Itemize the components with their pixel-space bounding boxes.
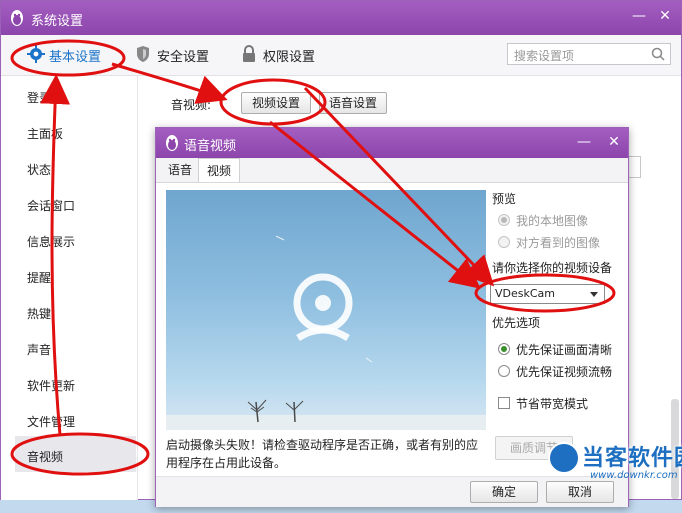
qq-penguin-icon xyxy=(166,135,178,151)
dialog-title-bar[interactable]: 语音视频 — ✕ xyxy=(156,128,628,158)
tab-video[interactable]: 视频 xyxy=(198,158,241,182)
camera-error-message: 启动摄像头失败！请检查驱动程序是否正确，或者有别的应用程序在占用此设备。 xyxy=(166,438,479,470)
radio-image-clarity-label: 优先保证画面清晰 xyxy=(516,343,613,357)
tab-audio[interactable]: 语音 xyxy=(160,158,200,182)
tab-basic-settings[interactable]: 基本设置 xyxy=(27,45,117,65)
settings-field[interactable] xyxy=(627,156,641,178)
sidebar-item-reminder[interactable]: 提醒 xyxy=(27,269,51,286)
sidebar-item-chat-window[interactable]: 会话窗口 xyxy=(27,197,75,214)
watermark-url: www.downkr.com xyxy=(590,470,678,481)
radio-video-smooth-label: 优先保证视频流畅 xyxy=(516,365,613,379)
tab-label: 权限设置 xyxy=(263,50,316,65)
bandwidth-saving-label: 节省带宽模式 xyxy=(516,397,589,411)
preview-heading: 预览 xyxy=(492,192,517,206)
camera-preview xyxy=(166,190,486,430)
audio-video-label: 音视频: xyxy=(171,98,212,112)
settings-sidebar: 登录 主面板 状态 会话窗口 信息展示 提醒 热键 声音 软件更新 文件管理 音… xyxy=(1,76,138,500)
sidebar-item-software-update[interactable]: 软件更新 xyxy=(27,377,75,394)
video-settings-button[interactable]: 视频设置 xyxy=(241,92,311,114)
radio-remote-image-label: 对方看到的图像 xyxy=(516,236,601,250)
tab-permission-settings[interactable]: 权限设置 xyxy=(241,45,331,65)
ok-button[interactable]: 确定 xyxy=(470,481,538,503)
radio-video-smooth[interactable] xyxy=(498,365,510,377)
shield-icon xyxy=(137,46,149,62)
sidebar-item-hotkeys[interactable]: 热键 xyxy=(27,305,51,322)
site-watermark: 当客软件园 www.downkr.com xyxy=(544,434,682,513)
sidebar-item-info-display[interactable]: 信息展示 xyxy=(27,233,75,250)
sidebar-item-main-panel[interactable]: 主面板 xyxy=(27,125,63,142)
tab-label: 安全设置 xyxy=(157,50,210,65)
dialog-title: 语音视频 xyxy=(184,139,237,154)
audio-settings-button[interactable]: 语音设置 xyxy=(319,92,387,114)
tab-label: 基本设置 xyxy=(49,50,102,65)
search-input[interactable]: 搜索设置项 xyxy=(507,43,671,65)
search-placeholder: 搜索设置项 xyxy=(514,49,575,63)
lock-icon xyxy=(243,45,255,62)
window-title: 系统设置 xyxy=(31,14,84,29)
video-device-value: VDeskCam xyxy=(495,287,556,300)
sidebar-item-file-management[interactable]: 文件管理 xyxy=(27,413,75,430)
tab-security-settings[interactable]: 安全设置 xyxy=(135,45,225,65)
camera-placeholder-icon xyxy=(166,235,486,430)
dialog-tabs: 语音 视频 xyxy=(156,158,628,183)
chevron-down-icon xyxy=(590,292,598,297)
title-bar[interactable]: 系统设置 — ✕ xyxy=(1,1,681,35)
sidebar-item-login[interactable]: 登录 xyxy=(27,89,51,106)
radio-local-image-label: 我的本地图像 xyxy=(516,214,589,228)
radio-local-image[interactable] xyxy=(498,214,510,226)
watermark-logo-icon xyxy=(548,442,580,474)
radio-image-clarity[interactable] xyxy=(498,343,510,355)
bandwidth-saving-checkbox[interactable] xyxy=(498,397,510,409)
watermark-name: 当客软件园 xyxy=(582,446,682,471)
settings-toolbar: 基本设置 安全设置 权限设置 搜索设置项 xyxy=(1,35,681,76)
minimize-button[interactable]: — xyxy=(631,9,647,23)
sidebar-item-status[interactable]: 状态 xyxy=(27,161,51,178)
sidebar-item-audio-video[interactable]: 音视频 xyxy=(27,448,63,465)
video-device-select[interactable]: VDeskCam xyxy=(490,284,605,304)
radio-remote-image[interactable] xyxy=(498,236,510,248)
priority-heading: 优先选项 xyxy=(492,316,541,330)
search-icon xyxy=(651,47,665,61)
sidebar-item-sound[interactable]: 声音 xyxy=(27,341,51,358)
dialog-minimize-button[interactable]: — xyxy=(576,135,592,149)
device-label: 请你选择你的视频设备 xyxy=(492,261,613,275)
dialog-close-button[interactable]: ✕ xyxy=(606,135,622,149)
qq-penguin-icon xyxy=(11,10,23,26)
close-button[interactable]: ✕ xyxy=(657,9,673,23)
gear-icon xyxy=(27,45,45,63)
